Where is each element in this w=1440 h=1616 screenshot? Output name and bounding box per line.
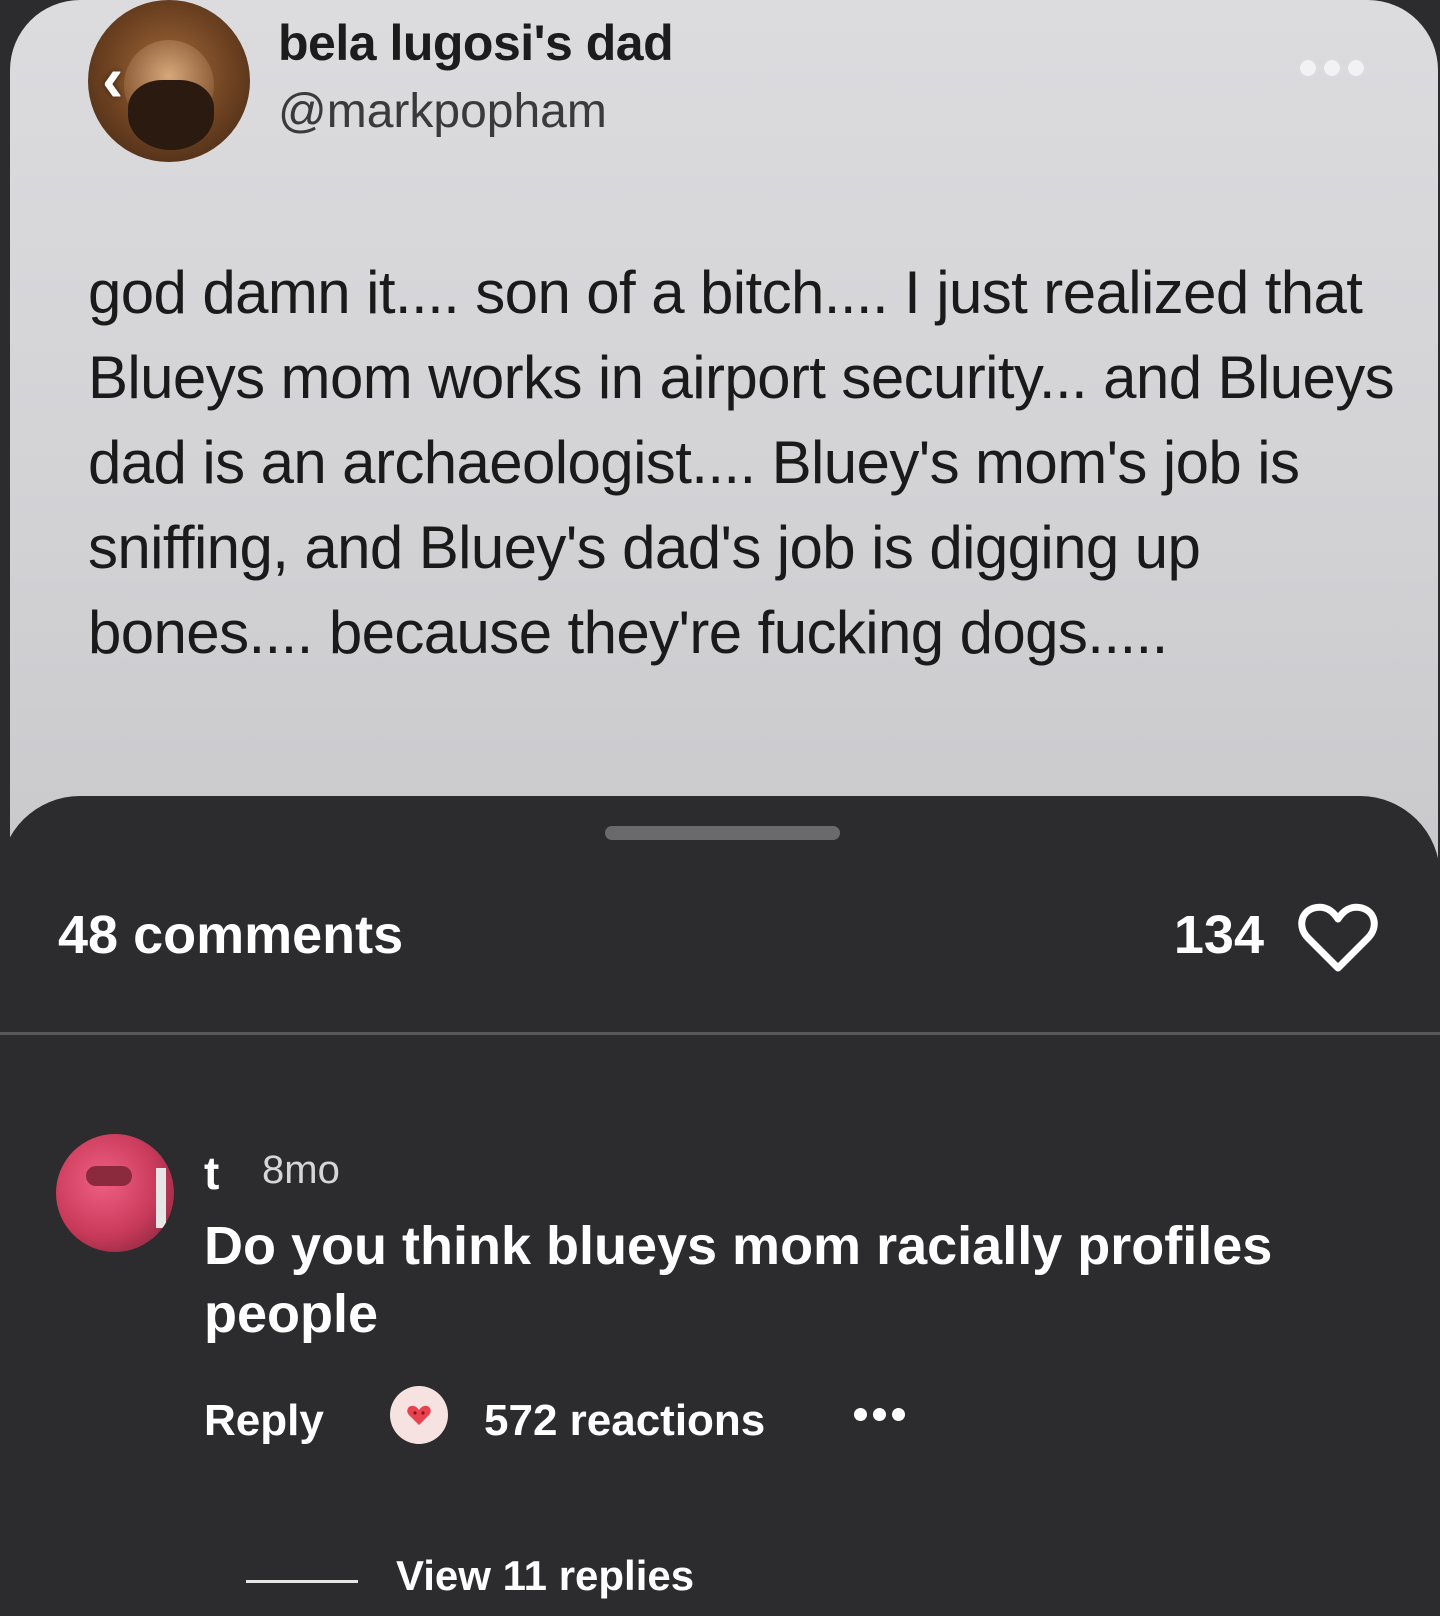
heart-icon <box>407 1405 431 1425</box>
comment-timestamp: 8mo <box>262 1148 340 1192</box>
author-handle[interactable]: @markpopham <box>278 84 607 139</box>
dot <box>854 1408 867 1421</box>
avatar-detail <box>86 1166 132 1186</box>
likes-count: 134 <box>1173 905 1264 965</box>
author-name[interactable]: bela lugosi's dad <box>278 14 674 72</box>
sheet-grab-handle[interactable] <box>605 826 840 840</box>
dot <box>1324 60 1340 76</box>
comment-body: Do you think blueys mom racially profile… <box>204 1216 1273 1344</box>
dot <box>1348 60 1364 76</box>
post-card: ‹ bela lugosi's dad @markpopham god damn… <box>10 0 1438 880</box>
chevron-left-icon[interactable]: ‹ <box>102 44 162 114</box>
more-horizontal-icon[interactable] <box>854 1408 905 1421</box>
divider <box>0 1032 1440 1035</box>
comments-sheet: 48 comments 134 t 8mo Do you think bluey… <box>0 796 1440 1616</box>
commenter-name[interactable]: t <box>204 1146 219 1200</box>
reply-button[interactable]: Reply <box>204 1396 324 1446</box>
heart-outline-icon[interactable] <box>1298 902 1378 974</box>
more-horizontal-icon[interactable] <box>1300 60 1364 76</box>
avatar-detail <box>156 1168 166 1228</box>
dot <box>873 1408 886 1421</box>
comments-count: 48 comments <box>58 905 404 965</box>
dot <box>892 1408 905 1421</box>
dot <box>1300 60 1316 76</box>
heart-reaction-icon[interactable] <box>390 1386 448 1444</box>
post-text: god damn it.... son of a bitch.... I jus… <box>88 259 1395 666</box>
reactions-count[interactable]: 572 reactions <box>484 1396 765 1446</box>
commenter-avatar[interactable] <box>56 1134 174 1252</box>
replies-connector-line <box>246 1580 358 1583</box>
view-replies-button[interactable]: View 11 replies <box>396 1552 694 1600</box>
